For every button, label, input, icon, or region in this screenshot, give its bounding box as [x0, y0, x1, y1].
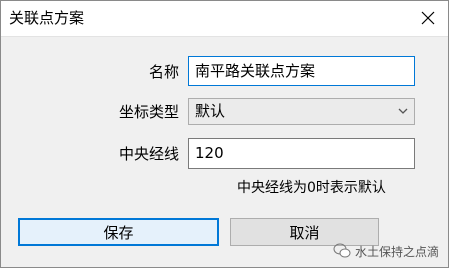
watermark-text: 水土保持之点滴: [355, 244, 440, 259]
coordinate-type-label: 坐标类型: [118, 103, 179, 121]
close-icon: [421, 11, 435, 25]
window-title: 关联点方案: [9, 9, 85, 27]
central-meridian-input[interactable]: 120: [188, 138, 415, 169]
central-meridian-label: 中央经线: [118, 145, 179, 163]
save-button-label: 保存: [103, 223, 134, 242]
name-input[interactable]: 南平路关联点方案: [188, 56, 415, 86]
name-label: 名称: [148, 63, 179, 81]
coordinate-type-select[interactable]: 默认: [188, 98, 415, 125]
meridian-hint-text: 中央经线为0时表示默认: [237, 180, 386, 196]
chevron-down-icon: [398, 108, 408, 114]
dialog-window: 关联点方案 名称 南平路关联点方案 坐标类型 默认 中央经线 120 中央经线为…: [0, 0, 449, 268]
close-button[interactable]: [414, 5, 442, 31]
cancel-button-label: 取消: [289, 223, 320, 242]
coordinate-type-value: 默认: [195, 102, 226, 120]
title-bar: 关联点方案: [1, 1, 448, 37]
save-button[interactable]: 保存: [18, 218, 219, 246]
wechat-icon: [333, 243, 351, 258]
watermark: 水土保持之点滴: [333, 241, 439, 261]
